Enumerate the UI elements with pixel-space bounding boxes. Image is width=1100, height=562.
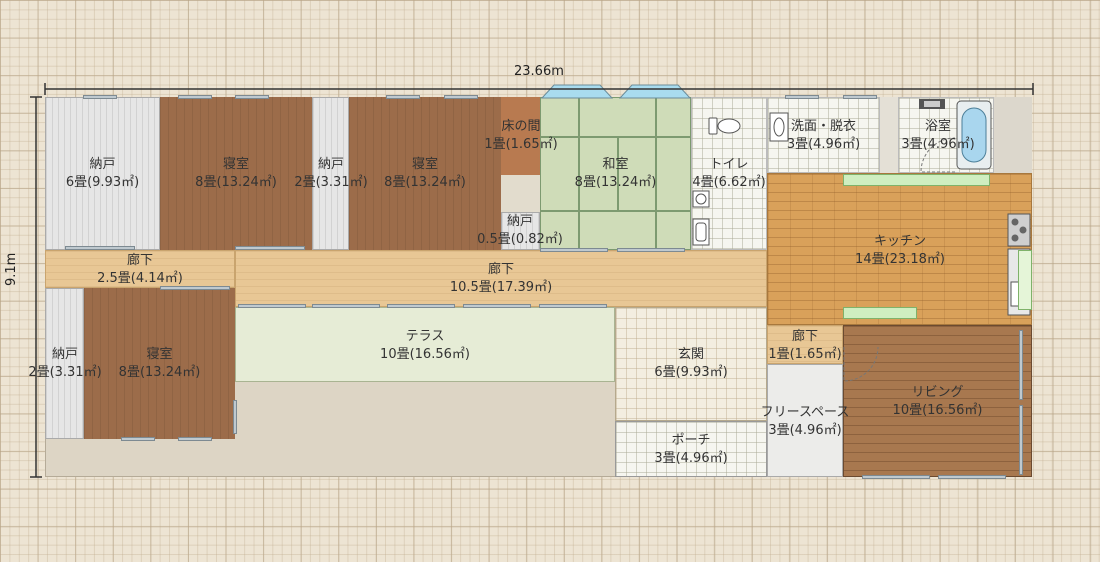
window-icon — [235, 246, 305, 250]
room-hallway-left[interactable] — [45, 250, 235, 288]
window-icon — [233, 400, 237, 434]
room-bedroom-2[interactable] — [349, 97, 501, 250]
window-icon — [617, 248, 685, 252]
window-icon — [312, 304, 380, 308]
room-wall-gap — [880, 97, 898, 173]
door-swing-icon — [843, 346, 879, 382]
bathtub-icon — [956, 100, 992, 170]
room-entrance[interactable] — [615, 307, 767, 421]
room-free-space[interactable] — [767, 364, 843, 477]
room-storage-small[interactable] — [501, 212, 540, 250]
window-icon — [539, 304, 607, 308]
window-icon — [463, 304, 531, 308]
room-storage-2[interactable] — [312, 97, 349, 250]
room-storage-3[interactable] — [45, 288, 84, 439]
room-porch[interactable] — [615, 421, 767, 477]
room-bath-outer — [994, 97, 1032, 173]
window-icon — [938, 475, 1006, 479]
width-dimension-label: 23.66m — [514, 64, 564, 79]
sink-icon — [692, 190, 710, 208]
toilet-icon — [708, 117, 741, 135]
window-icon — [387, 304, 455, 308]
window-icon — [160, 286, 230, 290]
window-icon — [121, 437, 155, 441]
room-terrace[interactable] — [235, 307, 615, 382]
kitchen-wall-right — [1018, 250, 1032, 310]
room-hallway-small[interactable] — [767, 325, 843, 364]
room-tokonoma-lower — [501, 175, 540, 212]
room-hallway-main[interactable] — [235, 250, 767, 307]
room-storage-1[interactable] — [45, 97, 160, 250]
height-dimension-label: 9.1m — [4, 252, 19, 286]
room-kitchen[interactable] — [767, 173, 1032, 325]
width-dimension-line — [44, 83, 1034, 95]
window-icon — [178, 437, 212, 441]
window-icon — [1019, 405, 1023, 475]
room-tokonoma[interactable] — [501, 97, 540, 175]
window-icon — [238, 304, 306, 308]
kitchen-counter-bottom — [843, 307, 917, 319]
room-washitsu[interactable] — [540, 97, 691, 250]
stove-icon — [1007, 213, 1031, 247]
door-swing-icon — [920, 137, 956, 173]
height-dimension-line — [30, 96, 42, 478]
window-icon — [862, 475, 930, 479]
sink-icon — [769, 112, 789, 142]
window-icon — [65, 246, 135, 250]
sink-icon — [692, 218, 710, 246]
window-icon — [540, 248, 608, 252]
room-bedroom-1[interactable] — [160, 97, 312, 250]
kitchen-counter-top — [843, 174, 990, 186]
window-icon — [1019, 330, 1023, 400]
room-bedroom-3[interactable] — [84, 288, 235, 439]
